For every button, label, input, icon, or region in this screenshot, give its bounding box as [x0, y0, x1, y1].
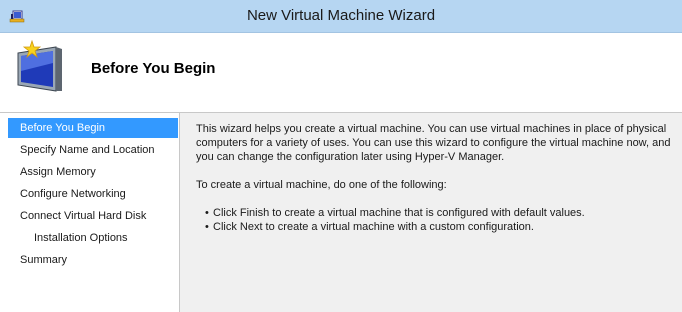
- page-title: Before You Begin: [91, 60, 216, 77]
- nav-item-installation-options[interactable]: Installation Options: [8, 228, 178, 248]
- wizard-steps-nav: Before You Begin Specify Name and Locati…: [0, 113, 180, 312]
- options-list: Click Finish to create a virtual machine…: [205, 206, 676, 234]
- title-bar[interactable]: New Virtual Machine Wizard: [0, 0, 682, 33]
- nav-item-assign-memory[interactable]: Assign Memory: [8, 162, 178, 182]
- intro-text-line-2: computers for a variety of uses. You can…: [196, 137, 671, 149]
- nav-item-connect-virtual-hard-disk[interactable]: Connect Virtual Hard Disk: [8, 206, 178, 226]
- nav-item-specify-name-and-location[interactable]: Specify Name and Location: [8, 140, 178, 160]
- instruction-text: To create a virtual machine, do one of t…: [196, 179, 447, 191]
- wizard-header: Before You Begin: [0, 33, 682, 113]
- window-title: New Virtual Machine Wizard: [246, 7, 436, 24]
- intro-text-line-3: you can change the configuration later u…: [196, 151, 505, 163]
- list-item-next-option: Click Next to create a virtual machine w…: [205, 220, 676, 234]
- nav-item-summary[interactable]: Summary: [8, 250, 178, 270]
- list-item-finish-option: Click Finish to create a virtual machine…: [205, 206, 676, 220]
- new-virtual-machine-icon: [12, 33, 74, 95]
- wizard-content: This wizard helps you create a virtual m…: [196, 122, 676, 234]
- intro-text-line-1: This wizard helps you create a virtual m…: [196, 123, 667, 135]
- nav-item-before-you-begin[interactable]: Before You Begin: [8, 118, 178, 138]
- nav-item-configure-networking[interactable]: Configure Networking: [8, 184, 178, 204]
